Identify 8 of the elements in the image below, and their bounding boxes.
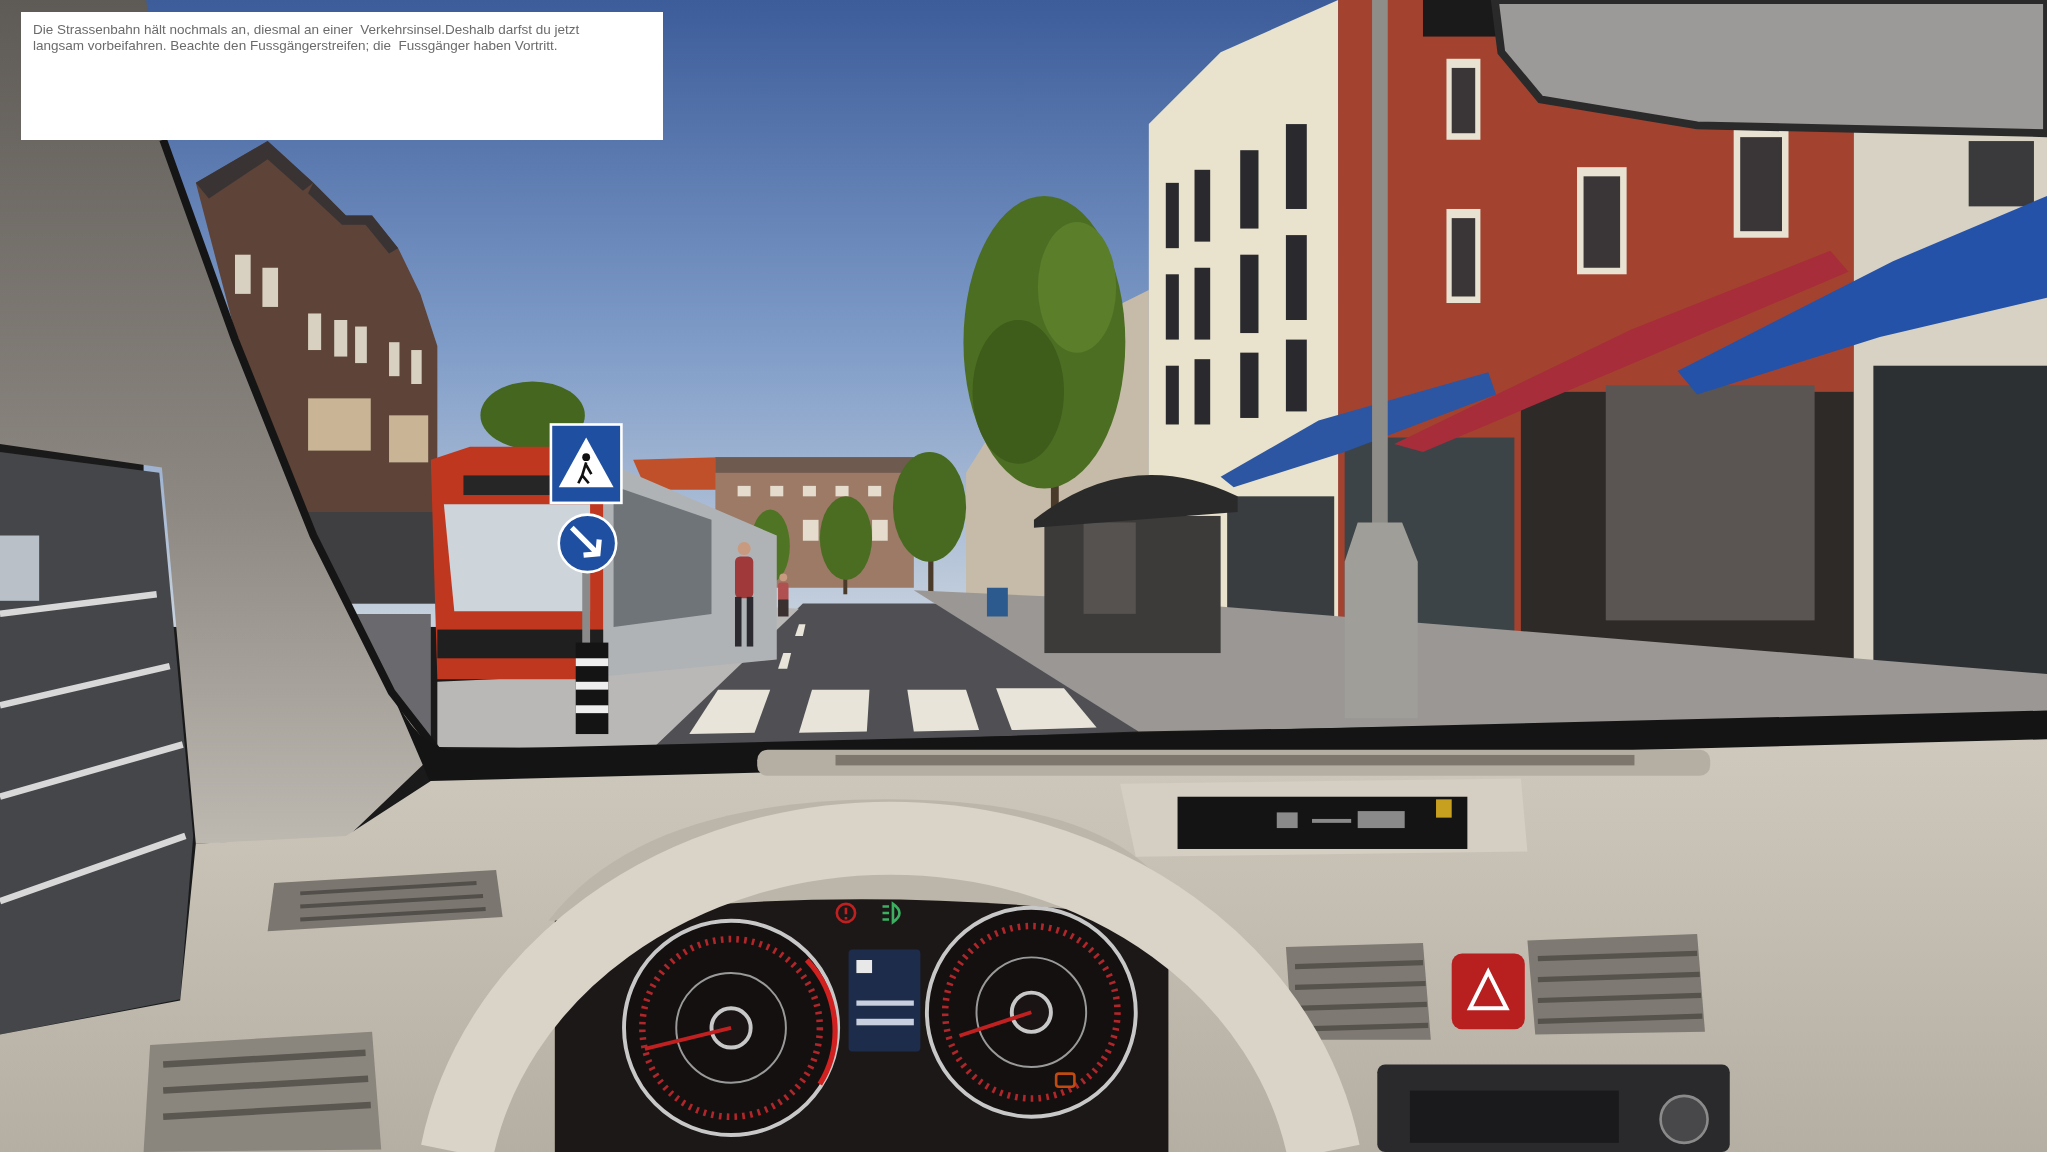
headlight-icon [881, 902, 901, 924]
instruction-text: Die Strassenbahn hält nochmals an, diesmal an einer Verkehrsinsel.Deshalb darfst du jetzt langsam vorbeifahren. Beachte den Fussgängerstreifen; die Fussgänger haben Vortritt. [33, 22, 581, 54]
engine-warning-icon [1054, 1072, 1076, 1088]
crosswalk-stripe [798, 689, 870, 733]
pedestrian-figure [778, 573, 789, 617]
hazard-warning-icon [1451, 953, 1525, 1030]
keep-right-sign [557, 513, 618, 574]
brake-warning-icon [835, 902, 857, 924]
